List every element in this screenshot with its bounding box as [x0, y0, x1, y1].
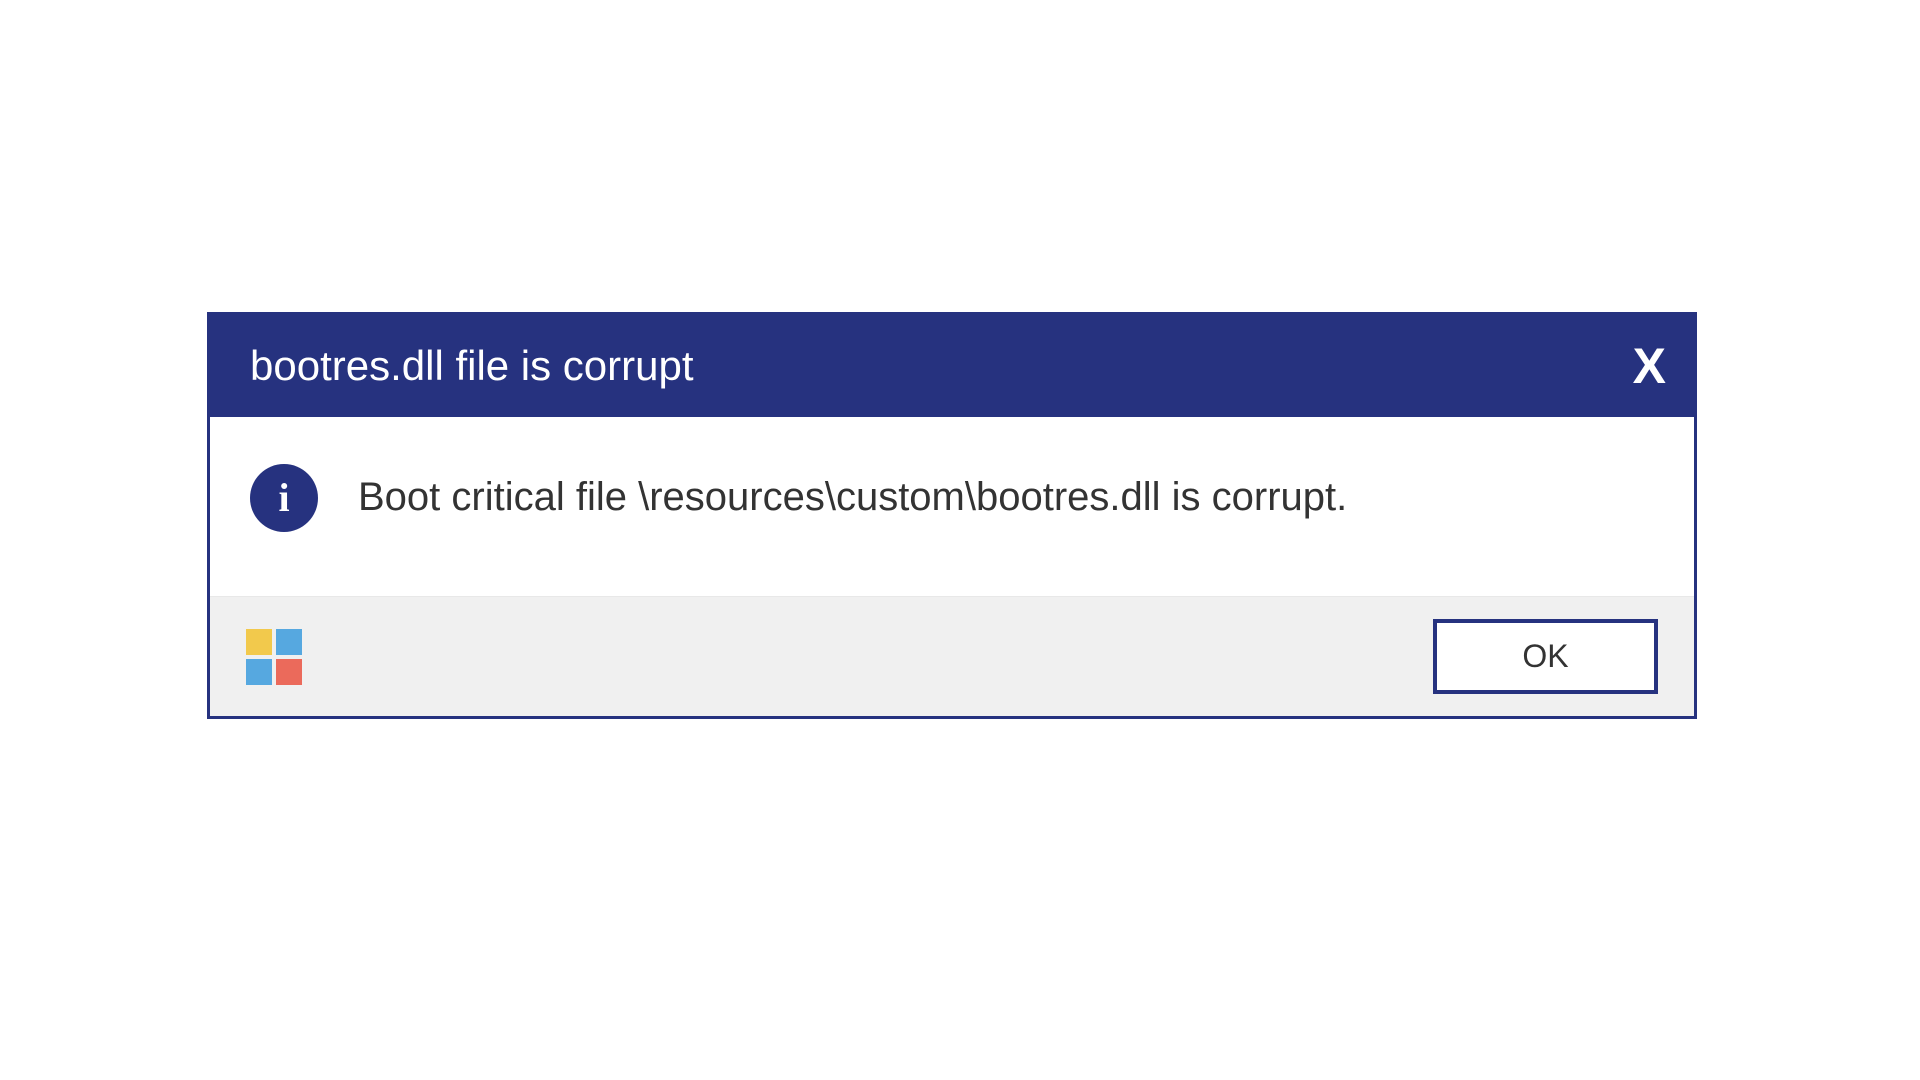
info-icon: i: [250, 464, 318, 532]
dialog-message: Boot critical file \resources\custom\boo…: [358, 475, 1347, 520]
close-icon[interactable]: X: [1633, 341, 1664, 391]
logo-tile: [276, 629, 302, 655]
ok-button[interactable]: OK: [1433, 619, 1658, 694]
logo-tile: [246, 659, 272, 685]
dialog-body: i Boot critical file \resources\custom\b…: [210, 417, 1694, 597]
logo-tile: [246, 629, 272, 655]
app-logo-icon: [246, 629, 302, 685]
dialog-footer: OK: [210, 597, 1694, 716]
error-dialog: bootres.dll file is corrupt X i Boot cri…: [207, 312, 1697, 719]
logo-tile: [276, 659, 302, 685]
dialog-titlebar[interactable]: bootres.dll file is corrupt X: [210, 315, 1694, 417]
dialog-title: bootres.dll file is corrupt: [250, 342, 694, 390]
